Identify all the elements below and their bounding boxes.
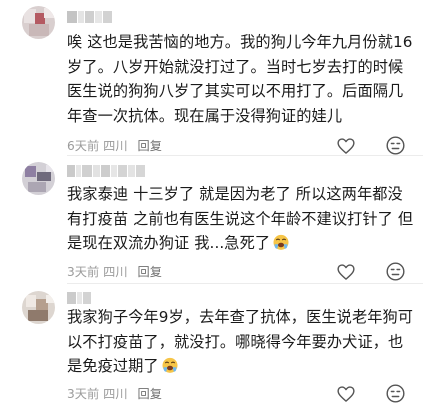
dislike-face-icon[interactable] xyxy=(386,384,405,403)
username-redacted[interactable] xyxy=(67,292,92,304)
comment-meta: 3天前 四川 回复 xyxy=(67,386,166,402)
crying-face-emoji xyxy=(162,358,178,374)
comment-location: 四川 xyxy=(103,387,128,401)
comment-text-content: 我家狗子今年9岁，去年查了抗体，医生说老年狗可以不打疫苗了，就没打。哪晓得今年要… xyxy=(67,308,414,376)
comment-time: 3天前 xyxy=(67,387,100,401)
heart-outline-icon[interactable] xyxy=(337,386,355,402)
reply-button[interactable]: 回复 xyxy=(138,387,162,401)
avatar[interactable] xyxy=(22,291,55,324)
comment-text: 我家狗子今年9岁，去年查了抗体，医生说老年狗可以不打疫苗了，就没打。哪晓得今年要… xyxy=(67,305,415,379)
comment-item: 我家狗子今年9岁，去年查了抗体，医生说老年狗可以不打疫苗了，就没打。哪晓得今年要… xyxy=(0,0,423,403)
